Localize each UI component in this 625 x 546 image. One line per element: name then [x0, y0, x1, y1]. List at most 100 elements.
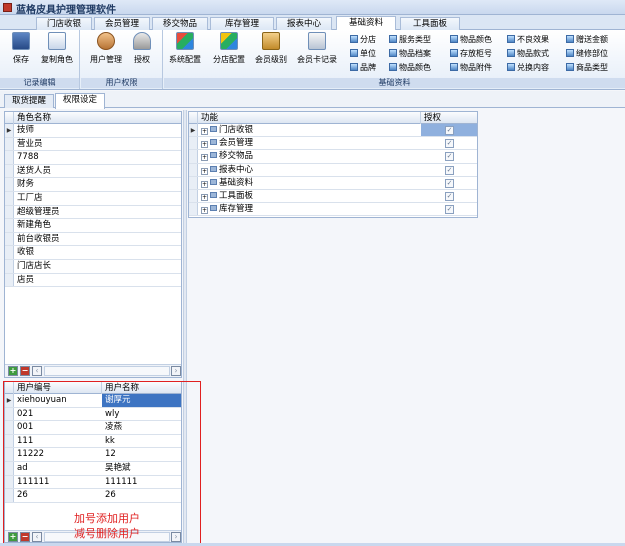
scroll-left-icon[interactable]: ‹: [32, 366, 42, 376]
authorize-column-header[interactable]: 授权: [421, 112, 477, 124]
row-indicator[interactable]: [189, 150, 198, 163]
branch-button[interactable]: 分店: [350, 34, 376, 46]
role-row[interactable]: ▶ 技师: [5, 124, 181, 138]
tab-pickup-reminder[interactable]: 取货提醒: [4, 94, 54, 108]
scroll-right-icon[interactable]: ›: [171, 366, 181, 376]
expand-icon[interactable]: +: [201, 207, 208, 215]
system-config-button[interactable]: 系统配置: [169, 32, 201, 65]
row-indicator[interactable]: [189, 163, 198, 176]
authorize-checkbox[interactable]: ✓: [445, 165, 454, 175]
roles-hscrollbar[interactable]: [44, 366, 170, 376]
item-style-button[interactable]: 物品款式: [507, 48, 549, 60]
function-column-header[interactable]: 功能: [198, 112, 421, 124]
tab-permission-settings[interactable]: 权限设定: [55, 93, 105, 109]
unit-button[interactable]: 单位: [350, 48, 376, 60]
permission-row[interactable]: + 工具面板 ✓: [189, 190, 477, 204]
row-indicator[interactable]: [5, 192, 14, 205]
row-indicator[interactable]: [5, 205, 14, 219]
role-name-cell[interactable]: 财务: [14, 178, 181, 191]
function-cell[interactable]: + 库存管理: [198, 203, 421, 215]
role-name-cell[interactable]: 门店店长: [14, 260, 181, 273]
expand-icon[interactable]: +: [201, 167, 208, 175]
role-name-cell[interactable]: 新建角色: [14, 219, 181, 232]
item-color-2-button[interactable]: 物品颜色: [389, 62, 431, 74]
tab-cashier[interactable]: 门店收银: [36, 17, 92, 30]
authorize-button[interactable]: 授权: [129, 32, 155, 65]
authorize-checkbox[interactable]: ✓: [445, 152, 454, 162]
save-button[interactable]: 保存: [8, 32, 34, 65]
row-indicator[interactable]: [189, 176, 198, 189]
row-indicator[interactable]: [5, 164, 14, 178]
role-name-column-header[interactable]: 角色名称: [14, 112, 181, 124]
authorize-checkbox[interactable]: ✓: [445, 126, 454, 135]
function-cell[interactable]: + 会员管理: [198, 137, 421, 149]
bad-effect-button[interactable]: 不良效果: [507, 34, 549, 46]
row-indicator[interactable]: [5, 273, 14, 287]
role-row[interactable]: 超级管理员: [5, 205, 181, 220]
brand-button[interactable]: 品牌: [350, 62, 376, 74]
expand-icon[interactable]: +: [201, 194, 208, 201]
authorize-cell[interactable]: ✓: [421, 177, 477, 189]
expand-icon[interactable]: +: [201, 141, 208, 149]
redeem-content-button[interactable]: 兑换内容: [507, 62, 549, 74]
row-indicator[interactable]: [189, 190, 198, 203]
function-cell[interactable]: + 工具面板: [198, 190, 421, 202]
role-row[interactable]: 送货人员: [5, 164, 181, 179]
member-card-record-button[interactable]: 会员卡记录: [297, 32, 337, 65]
row-indicator[interactable]: [5, 260, 14, 273]
role-name-cell[interactable]: 技师: [14, 124, 181, 137]
function-cell[interactable]: + 基础资料: [198, 177, 421, 189]
function-cell[interactable]: + 报表中心: [198, 164, 421, 176]
role-name-cell[interactable]: 收银: [14, 246, 181, 259]
storage-cabinet-button[interactable]: 存放柜号: [450, 48, 492, 60]
role-row[interactable]: 营业员: [5, 137, 181, 152]
tab-reports[interactable]: 报表中心: [276, 17, 332, 30]
tab-transfer[interactable]: 移交物品: [152, 17, 208, 30]
row-indicator[interactable]: [189, 203, 198, 216]
function-cell[interactable]: + 移交物品: [198, 150, 421, 162]
tab-basic-data[interactable]: 基础资料: [336, 16, 396, 30]
role-name-cell[interactable]: 前台收银员: [14, 233, 181, 246]
product-type-button[interactable]: 商品类型: [566, 62, 608, 74]
role-name-cell[interactable]: 送货人员: [14, 165, 181, 178]
row-indicator[interactable]: [5, 178, 14, 191]
service-type-button[interactable]: 服务类型: [389, 34, 431, 46]
role-row[interactable]: 新建角色: [5, 219, 181, 233]
permission-row[interactable]: + 移交物品 ✓: [189, 150, 477, 164]
role-row[interactable]: 工厂店: [5, 192, 181, 206]
role-name-cell[interactable]: 工厂店: [14, 192, 181, 205]
authorize-checkbox[interactable]: ✓: [445, 178, 454, 188]
authorize-cell[interactable]: ✓: [421, 150, 477, 162]
row-indicator[interactable]: [5, 151, 14, 164]
role-name-cell[interactable]: 7788: [14, 151, 181, 164]
user-management-button[interactable]: 用户管理: [90, 32, 122, 65]
delete-role-button[interactable]: −: [20, 366, 30, 376]
authorize-cell[interactable]: ✓: [421, 137, 477, 149]
role-row[interactable]: 7788: [5, 151, 181, 165]
role-row[interactable]: 财务: [5, 178, 181, 192]
authorize-checkbox[interactable]: ✓: [445, 139, 454, 149]
add-role-button[interactable]: +: [8, 366, 18, 376]
authorize-checkbox[interactable]: ✓: [445, 192, 454, 201]
expand-icon[interactable]: +: [201, 154, 208, 162]
authorize-checkbox[interactable]: ✓: [445, 205, 454, 215]
tab-tools[interactable]: 工具面板: [400, 17, 460, 30]
role-row[interactable]: 店员: [5, 273, 181, 288]
branch-config-button[interactable]: 分店配置: [213, 32, 245, 65]
function-cell[interactable]: + 门店收银: [198, 124, 421, 136]
role-row[interactable]: 收银: [5, 246, 181, 260]
gift-amount-button[interactable]: 赠送金额: [566, 34, 608, 46]
role-row[interactable]: 门店店长: [5, 260, 181, 274]
authorize-cell[interactable]: ✓: [421, 164, 477, 176]
item-color-button[interactable]: 物品颜色: [450, 34, 492, 46]
row-indicator[interactable]: [5, 137, 14, 151]
permission-row[interactable]: + 库存管理 ✓: [189, 203, 477, 217]
row-indicator[interactable]: ▶: [5, 124, 14, 137]
item-archive-button[interactable]: 物品档案: [389, 48, 431, 60]
row-indicator[interactable]: ▶: [189, 124, 198, 137]
role-row[interactable]: 前台收银员: [5, 232, 181, 247]
authorize-cell[interactable]: ✓: [421, 203, 477, 215]
authorize-cell[interactable]: ✓: [421, 190, 477, 202]
row-indicator[interactable]: [5, 232, 14, 246]
permission-row[interactable]: + 基础资料 ✓: [189, 176, 477, 190]
